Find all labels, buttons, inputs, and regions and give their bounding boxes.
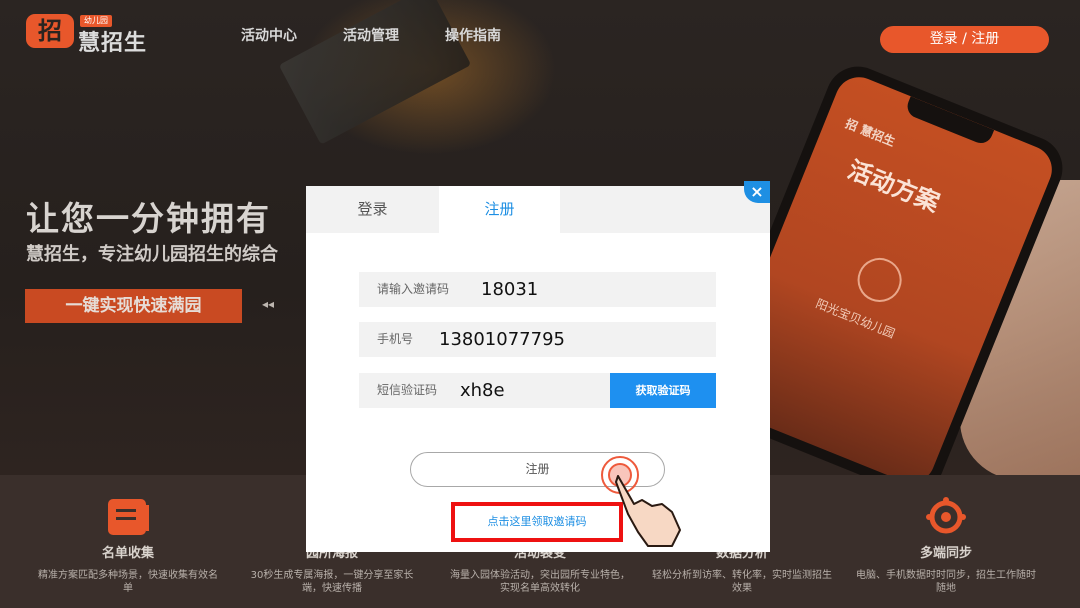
feature-sync: 多端同步 电脑、手机数据时时同步，招生工作随时随地 (846, 475, 1046, 608)
sms-code-value[interactable]: xh8e (460, 373, 505, 408)
login-register-button[interactable]: 登录 / 注册 (880, 26, 1049, 53)
feature-desc: 轻松分析到访率、转化率，实时监测招生效果 (652, 570, 832, 594)
invite-code-value[interactable]: 18031 (481, 272, 538, 307)
pointing-hand-icon (615, 475, 681, 547)
phone-value[interactable]: 13801077795 (439, 322, 565, 357)
feature-title: 名单收集 (101, 546, 154, 561)
nav-activity-management[interactable]: 活动管理 (343, 25, 399, 45)
sms-code-field[interactable]: 短信验证码 xh8e (359, 373, 610, 408)
sync-icon (926, 497, 966, 534)
feature-desc: 精准方案匹配多种场景，快速收集有效名单 (38, 570, 218, 594)
get-sms-code-button[interactable]: 获取验证码 (610, 373, 716, 408)
tab-register[interactable]: 注册 (439, 186, 560, 233)
feature-desc: 电脑、手机数据时时同步，招生工作随时随地 (856, 570, 1036, 594)
invite-code-field[interactable]: 请输入邀请码 18031 (359, 272, 716, 307)
feature-desc: 30秒生成专属海报，一键分享至家长端，快速传播 (250, 570, 414, 594)
invite-code-label: 请输入邀请码 (377, 282, 450, 296)
register-modal: 登录 注册 请输入邀请码 18031 手机号 13801077795 短信验证码… (306, 186, 770, 552)
feature-list-collect: 名单收集 精准方案匹配多种场景，快速收集有效名单 (28, 475, 228, 608)
phone-school-name: 阳光宝贝幼儿园 (813, 296, 897, 341)
logo-icon[interactable]: 招 (26, 14, 74, 48)
tab-login[interactable]: 登录 (306, 186, 439, 233)
school-icon (850, 251, 909, 309)
sms-code-label: 短信验证码 (377, 383, 438, 397)
feature-desc: 海量入园体验活动，突出园所专业特色，实现名单高效转化 (450, 570, 630, 594)
phone-title: 活动方案 (843, 155, 944, 218)
get-invite-code-link[interactable]: 点击这里领取邀请码 (451, 502, 623, 542)
logo-text[interactable]: 慧招生 (78, 25, 147, 57)
nav-guide[interactable]: 操作指南 (445, 25, 501, 45)
site-header: 招 幼儿园 慧招生 活动中心 活动管理 操作指南 登录 / 注册 (0, 0, 1080, 70)
feature-title: 多端同步 (919, 546, 972, 561)
modal-tabs: 登录 注册 (306, 186, 770, 233)
phone-logo: 招 慧招生 (843, 116, 898, 149)
phone-label: 手机号 (377, 332, 414, 346)
phone-field[interactable]: 手机号 13801077795 (359, 322, 716, 357)
list-collect-icon (108, 499, 149, 535)
cta-button[interactable]: 一键实现快速满园 (25, 289, 242, 323)
hero-subtitle: 慧招生，专注幼儿园招生的综合 (26, 244, 278, 265)
carousel-prev-icon[interactable]: ◂◂ (262, 297, 274, 311)
nav-activity-center[interactable]: 活动中心 (241, 25, 297, 45)
hero-title: 让您一分钟拥有 (26, 199, 271, 238)
